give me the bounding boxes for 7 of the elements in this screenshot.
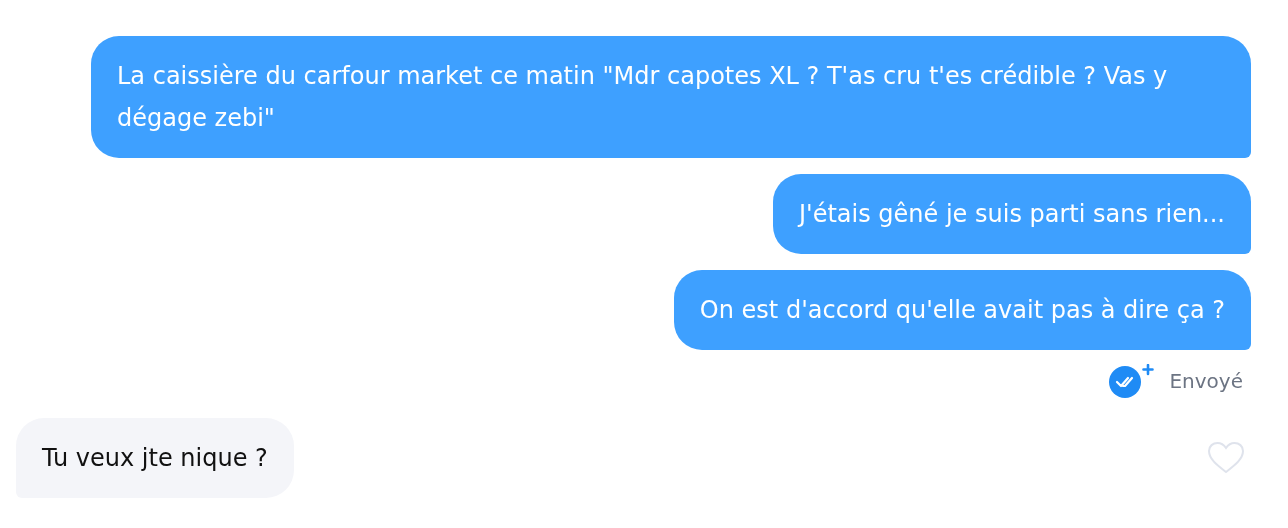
heart-icon[interactable] xyxy=(1207,441,1245,475)
message-bubble: J'étais gêné je suis parti sans rien... xyxy=(773,174,1251,254)
message-bubble: Tu veux jte nique ? xyxy=(16,418,294,498)
message-bubble: On est d'accord qu'elle avait pas à dire ça ? xyxy=(673,270,1251,350)
message-bubble: La caissière du carfour market ce matin "Mdr capotes XL ? T'as cru t'es crédible ? Vas y dégage zebi" xyxy=(91,36,1251,158)
double-check-icon xyxy=(1109,364,1156,398)
sent-status: Envoyé xyxy=(1169,369,1243,393)
